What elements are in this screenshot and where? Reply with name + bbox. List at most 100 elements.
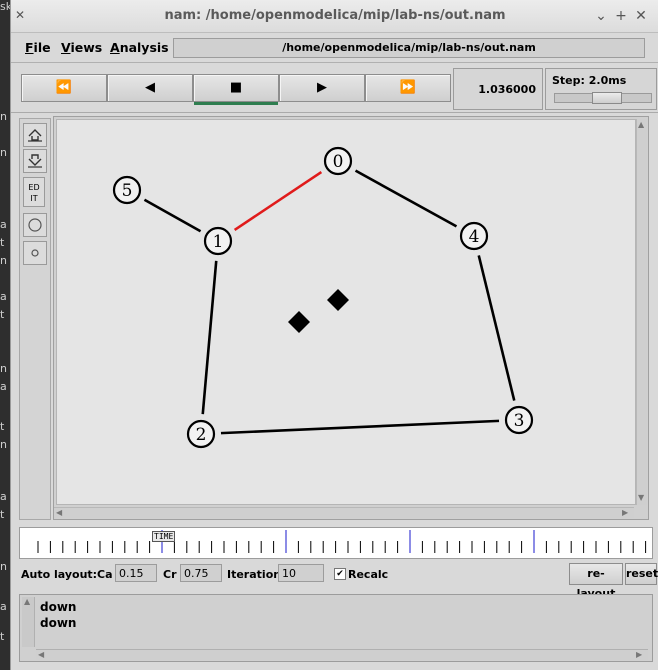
auto-layout-bar: Auto layout: Ca 0.15 Cr 0.75 Iterations … — [19, 562, 658, 600]
desktop-text: n — [0, 254, 7, 267]
log-horizontal-scrollbar[interactable]: ◀ ▶ — [36, 649, 648, 660]
link-0-1[interactable] — [233, 171, 323, 231]
scroll-left-icon[interactable]: ◀ — [38, 650, 44, 659]
network-canvas[interactable]: 0 1 2 3 4 5 — [56, 119, 636, 505]
log-text[interactable]: down down — [40, 599, 76, 631]
ca-input[interactable]: 0.15 — [115, 564, 157, 582]
node-5[interactable]: 5 — [112, 175, 142, 205]
scroll-right-icon[interactable]: ▶ — [636, 650, 642, 659]
menu-bar: File Views Analysis /home/openmodelica/m… — [11, 34, 658, 63]
iterations-input[interactable]: 10 — [278, 564, 324, 582]
canvas-horizontal-scrollbar[interactable]: ◀ ▶ — [54, 507, 634, 518]
desktop-text: n — [0, 146, 7, 159]
desktop-text: a — [0, 490, 7, 503]
desktop-text: a — [0, 218, 7, 231]
network-view: 0 1 2 3 4 5 ◀ ▶ ▲ ▼ — [53, 116, 649, 520]
canvas-vertical-scrollbar[interactable]: ▲ ▼ — [636, 119, 647, 505]
rewind-button[interactable]: ⏪ — [21, 74, 107, 102]
link-2-3[interactable] — [220, 419, 500, 435]
cr-input[interactable]: 0.75 — [180, 564, 222, 582]
log-line: down — [40, 600, 77, 614]
node-label: 4 — [469, 227, 480, 247]
desktop-text: n — [0, 110, 7, 123]
step-slider-thumb[interactable] — [592, 92, 622, 104]
play-icon: ▶ — [317, 80, 327, 95]
node-0[interactable]: 0 — [323, 146, 353, 176]
fast-forward-icon: ⏩ — [399, 80, 417, 95]
packet — [327, 289, 349, 311]
timeline-ticks — [37, 530, 647, 553]
ca-label: Ca — [97, 568, 113, 581]
menu-analysis[interactable]: Analysis — [110, 40, 169, 55]
rewind-icon: ⏪ — [55, 80, 73, 95]
link-0-4[interactable] — [354, 169, 458, 228]
play-button[interactable]: ▶ — [279, 74, 365, 102]
divider — [11, 112, 658, 113]
menu-views[interactable]: Views — [61, 40, 102, 55]
reset-button[interactable]: reset — [625, 563, 658, 585]
minimize-button[interactable]: ⌄ — [591, 6, 611, 26]
scroll-left-icon[interactable]: ◀ — [56, 508, 62, 517]
menu-file[interactable]: File — [25, 40, 51, 55]
desktop-text: t — [0, 508, 5, 521]
timeline[interactable]: TIME — [19, 527, 653, 559]
annotation-log: ▲ down down ◀ ▶ — [19, 594, 653, 662]
node-label: 2 — [196, 425, 207, 445]
close-button[interactable]: ✕ — [631, 6, 651, 26]
file-path-field: /home/openmodelica/mip/lab-ns/out.nam — [173, 38, 645, 58]
large-node-tool[interactable] — [23, 213, 47, 237]
desktop-text: n — [0, 362, 7, 375]
window-title: nam: /home/openmodelica/mip/lab-ns/out.n… — [164, 8, 506, 23]
scroll-down-icon[interactable]: ▼ — [638, 493, 644, 502]
desktop-text: sk — [0, 0, 10, 13]
fast-forward-button[interactable]: ⏩ — [365, 74, 451, 102]
desktop-text: a — [0, 290, 7, 303]
recalc-checkbox[interactable]: ✔ — [334, 568, 346, 580]
desktop-text: t — [0, 630, 5, 643]
network-graph: 0 1 2 3 4 5 — [112, 146, 534, 449]
node-1[interactable]: 1 — [203, 226, 233, 256]
node-label: 5 — [122, 181, 133, 201]
node-4[interactable]: 4 — [459, 221, 489, 251]
step-label: Step: 2.0ms — [552, 74, 627, 87]
stop-button[interactable]: ■ — [193, 74, 279, 105]
desktop-text: a — [0, 380, 7, 393]
auto-layout-label: Auto layout: — [21, 568, 98, 581]
scroll-up-icon[interactable]: ▲ — [24, 597, 30, 606]
edit-button[interactable]: ED IT — [23, 177, 45, 207]
zoom-out-button[interactable] — [23, 149, 47, 173]
link-3-4[interactable] — [477, 255, 516, 401]
node-label: 0 — [333, 152, 344, 172]
packet — [288, 311, 310, 333]
scroll-up-icon[interactable]: ▲ — [638, 120, 644, 129]
link-1-2[interactable] — [201, 260, 218, 415]
step-control: Step: 2.0ms — [545, 68, 657, 110]
log-vertical-scrollbar[interactable]: ▲ — [22, 597, 35, 647]
node-3[interactable]: 3 — [504, 405, 534, 435]
step-back-button[interactable]: ◀ — [107, 74, 193, 102]
node-2[interactable]: 2 — [186, 419, 216, 449]
desktop-text: n — [0, 438, 7, 451]
title-bar[interactable]: ✕ nam: /home/openmodelica/mip/lab-ns/out… — [11, 0, 658, 33]
time-display: 1.036000 — [453, 68, 543, 110]
current-time: 1.036000 — [478, 83, 536, 96]
step-slider[interactable] — [554, 92, 652, 104]
zoom-in-button[interactable] — [23, 123, 47, 147]
small-node-tool[interactable] — [23, 241, 47, 265]
maximize-button[interactable]: + — [611, 6, 631, 26]
link-1-5[interactable] — [143, 198, 202, 233]
zoom-in-icon — [28, 129, 42, 142]
desktop-text: n — [0, 560, 7, 573]
timeline-marker[interactable]: TIME — [152, 531, 176, 542]
node-label: 3 — [514, 411, 525, 431]
recalc-label: Recalc — [348, 568, 389, 581]
playback-controls: ⏪ ◀ ■ ▶ ⏩ 1.036000 Step: 2.0ms — [19, 68, 657, 110]
tool-palette: ED IT — [19, 118, 51, 520]
play-backward-icon: ◀ — [145, 80, 155, 95]
desktop-text: t — [0, 236, 5, 249]
circle-icon — [28, 218, 42, 232]
relayout-button[interactable]: re-layout — [569, 563, 623, 600]
scroll-right-icon[interactable]: ▶ — [622, 508, 628, 517]
desktop-background: sk n n a t n a t n a t n a t n a t — [0, 0, 10, 670]
desktop-text: t — [0, 420, 5, 433]
